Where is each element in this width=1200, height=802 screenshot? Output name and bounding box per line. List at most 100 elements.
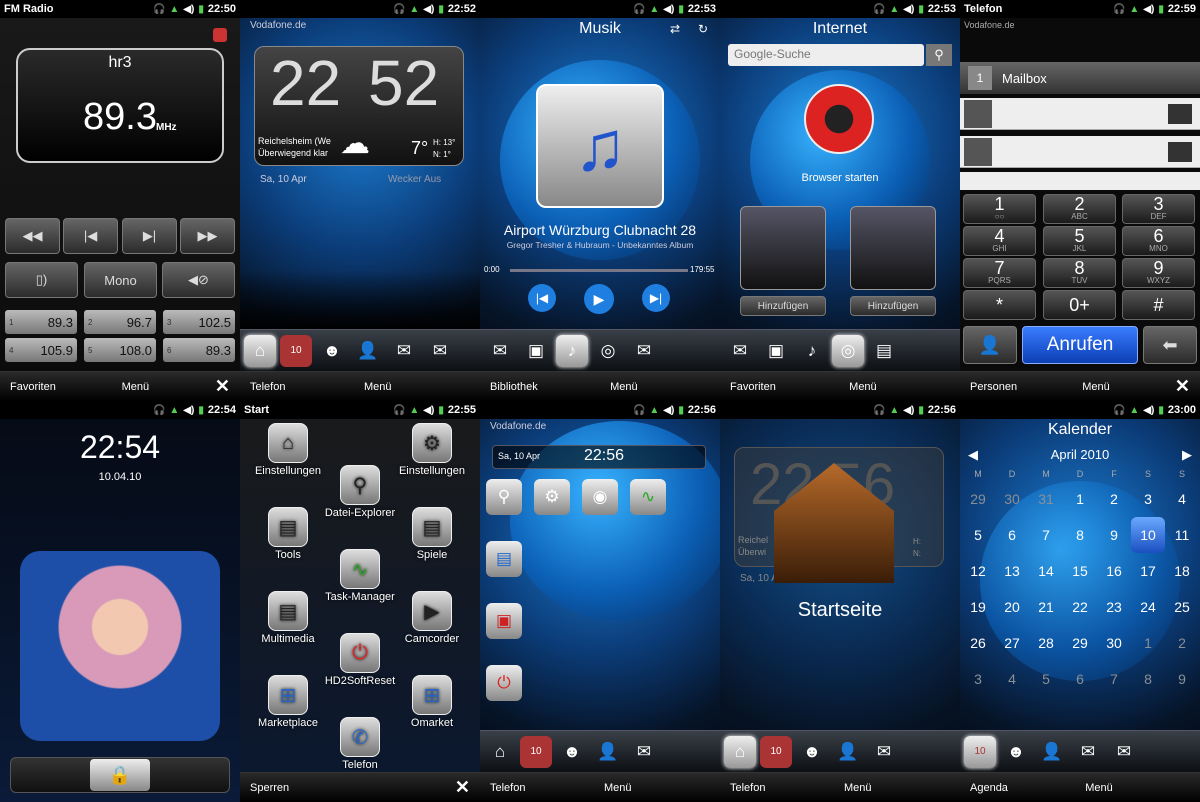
- rewind-button[interactable]: ◀◀: [5, 218, 60, 254]
- favorite-slot-2[interactable]: [850, 206, 936, 290]
- key-2[interactable]: 2 ABC: [1043, 194, 1116, 224]
- speaker-button[interactable]: ▯): [5, 262, 78, 298]
- contact-card-icon[interactable]: [1168, 104, 1192, 124]
- folder-icon[interactable]: ▤: [868, 335, 900, 367]
- calendar-day[interactable]: 4: [995, 661, 1029, 697]
- messages-icon[interactable]: ✉: [424, 335, 456, 367]
- play-button[interactable]: ▶: [584, 284, 614, 314]
- calendar-day[interactable]: 15: [1063, 553, 1097, 589]
- preset-3[interactable]: 3 102.5: [163, 310, 235, 334]
- calendar-icon[interactable]: 10: [520, 735, 552, 768]
- phone-softkey[interactable]: Telefon: [250, 381, 285, 393]
- menu-softkey[interactable]: Menü: [604, 782, 632, 794]
- people-group-icon[interactable]: ☻: [796, 736, 828, 768]
- calendar-day[interactable]: 24: [1131, 589, 1165, 625]
- calendar-day[interactable]: 6: [1063, 661, 1097, 697]
- call-button[interactable]: Anrufen: [1022, 326, 1138, 364]
- contact-card-icon[interactable]: [1168, 142, 1192, 162]
- internet-icon[interactable]: ◎: [592, 335, 624, 367]
- previous-track-button[interactable]: |◀: [528, 284, 556, 312]
- library-softkey[interactable]: Bibliothek: [490, 381, 538, 393]
- favorites-softkey[interactable]: Favoriten: [10, 381, 56, 393]
- app-hd2softreset[interactable]: ⏻ HD2SoftReset: [322, 633, 398, 687]
- home-icon[interactable]: ⌂: [484, 736, 516, 768]
- app-phone[interactable]: ✆ Telefon: [322, 717, 398, 771]
- key-0[interactable]: 0+: [1043, 290, 1116, 320]
- people-group-icon[interactable]: ☻: [316, 335, 348, 367]
- calendar-day[interactable]: 19: [961, 589, 995, 625]
- key-star[interactable]: *: [963, 290, 1036, 320]
- app-tools[interactable]: ▤ Tools: [250, 507, 326, 561]
- calendar-day[interactable]: 27: [995, 625, 1029, 661]
- photos-icon[interactable]: ▣: [520, 335, 552, 367]
- phone-softkey[interactable]: Telefon: [730, 782, 765, 794]
- calendar-day[interactable]: 20: [995, 589, 1029, 625]
- people-group-icon[interactable]: ☻: [1000, 736, 1032, 768]
- person-icon[interactable]: 👤: [352, 335, 384, 367]
- mail-icon[interactable]: ✉: [724, 335, 756, 367]
- calendar-day[interactable]: 25: [1165, 589, 1199, 625]
- shortcut-power-icon[interactable]: ⏻: [486, 665, 522, 701]
- contact-row[interactable]: [960, 172, 1200, 190]
- key-6[interactable]: 6 MNO: [1122, 226, 1195, 256]
- key-5[interactable]: 5 JKL: [1043, 226, 1116, 256]
- calendar-day[interactable]: 16: [1097, 553, 1131, 589]
- progress-bar[interactable]: [510, 269, 688, 272]
- preset-6[interactable]: 6 89.3: [163, 338, 235, 362]
- preset-4[interactable]: 4 105.9: [5, 338, 77, 362]
- app-settings[interactable]: ⚙ Einstellungen: [394, 423, 470, 477]
- calendar-day[interactable]: 29: [1063, 625, 1097, 661]
- calendar-day[interactable]: 22: [1063, 589, 1097, 625]
- app-file-explorer[interactable]: ⚲ Datei-Explorer: [322, 465, 398, 519]
- app-multimedia[interactable]: ▤ Multimedia: [250, 591, 326, 645]
- agenda-softkey[interactable]: Agenda: [970, 782, 1008, 794]
- key-4[interactable]: 4 GHI: [963, 226, 1036, 256]
- browser-start-label[interactable]: Browser starten: [720, 172, 960, 184]
- calendar-day[interactable]: 13: [995, 553, 1029, 589]
- shortcut-file-explorer-icon[interactable]: ⚲: [486, 479, 522, 515]
- photos-icon[interactable]: ▣: [760, 335, 792, 367]
- calendar-day[interactable]: 1: [1131, 625, 1165, 661]
- album-art[interactable]: ♫: [536, 84, 664, 208]
- calendar-day[interactable]: 5: [1029, 661, 1063, 697]
- menu-softkey[interactable]: Menü: [849, 381, 877, 393]
- app-omarket[interactable]: ⊞ Omarket: [394, 675, 470, 729]
- key-hash[interactable]: #: [1122, 290, 1195, 320]
- calendar-day[interactable]: 9: [1097, 517, 1131, 553]
- calendar-icon[interactable]: 10: [760, 735, 792, 768]
- app-games[interactable]: ▤ Spiele: [394, 507, 470, 561]
- calendar-day[interactable]: 5: [961, 517, 995, 553]
- preset-5[interactable]: 5 108.0: [84, 338, 156, 362]
- calendar-day[interactable]: 23: [1097, 589, 1131, 625]
- calendar-day[interactable]: 3: [1131, 481, 1165, 517]
- repeat-icon[interactable]: ↻: [698, 22, 708, 36]
- calendar-day[interactable]: 29: [961, 481, 995, 517]
- shortcut-task-manager-icon[interactable]: ∿: [630, 479, 666, 515]
- mail-icon[interactable]: ✉: [1072, 736, 1104, 768]
- calendar-day[interactable]: 6: [995, 517, 1029, 553]
- calendar-day[interactable]: 8: [1063, 517, 1097, 553]
- calendar-day[interactable]: 14: [1029, 553, 1063, 589]
- calendar-day[interactable]: 8: [1131, 661, 1165, 697]
- calendar-day[interactable]: 21: [1029, 589, 1063, 625]
- fast-forward-button[interactable]: ▶▶: [180, 218, 235, 254]
- key-7[interactable]: 7 PQRS: [963, 258, 1036, 288]
- calendar-day[interactable]: 4: [1165, 481, 1199, 517]
- contact-row[interactable]: [960, 136, 1200, 168]
- music-icon[interactable]: ♪: [796, 335, 828, 367]
- app-camcorder[interactable]: ▶ Camcorder: [394, 591, 470, 645]
- mono-button[interactable]: Mono: [84, 262, 157, 298]
- calendar-day[interactable]: 7: [1029, 517, 1063, 553]
- shortcut-settings-icon[interactable]: ⚙: [534, 479, 570, 515]
- calendar-day[interactable]: 17: [1131, 553, 1165, 589]
- person-icon[interactable]: 👤: [832, 736, 864, 768]
- key-8[interactable]: 8 TUV: [1043, 258, 1116, 288]
- calendar-day[interactable]: 30: [995, 481, 1029, 517]
- menu-softkey[interactable]: Menü: [364, 381, 392, 393]
- phone-softkey[interactable]: Telefon: [490, 782, 525, 794]
- menu-softkey[interactable]: Menü: [122, 381, 150, 393]
- add-favorite-1-button[interactable]: Hinzufügen: [740, 296, 826, 316]
- favorites-softkey[interactable]: Favoriten: [730, 381, 776, 393]
- calendar-icon[interactable]: 10: [964, 735, 996, 768]
- next-button[interactable]: ▶|: [122, 218, 177, 254]
